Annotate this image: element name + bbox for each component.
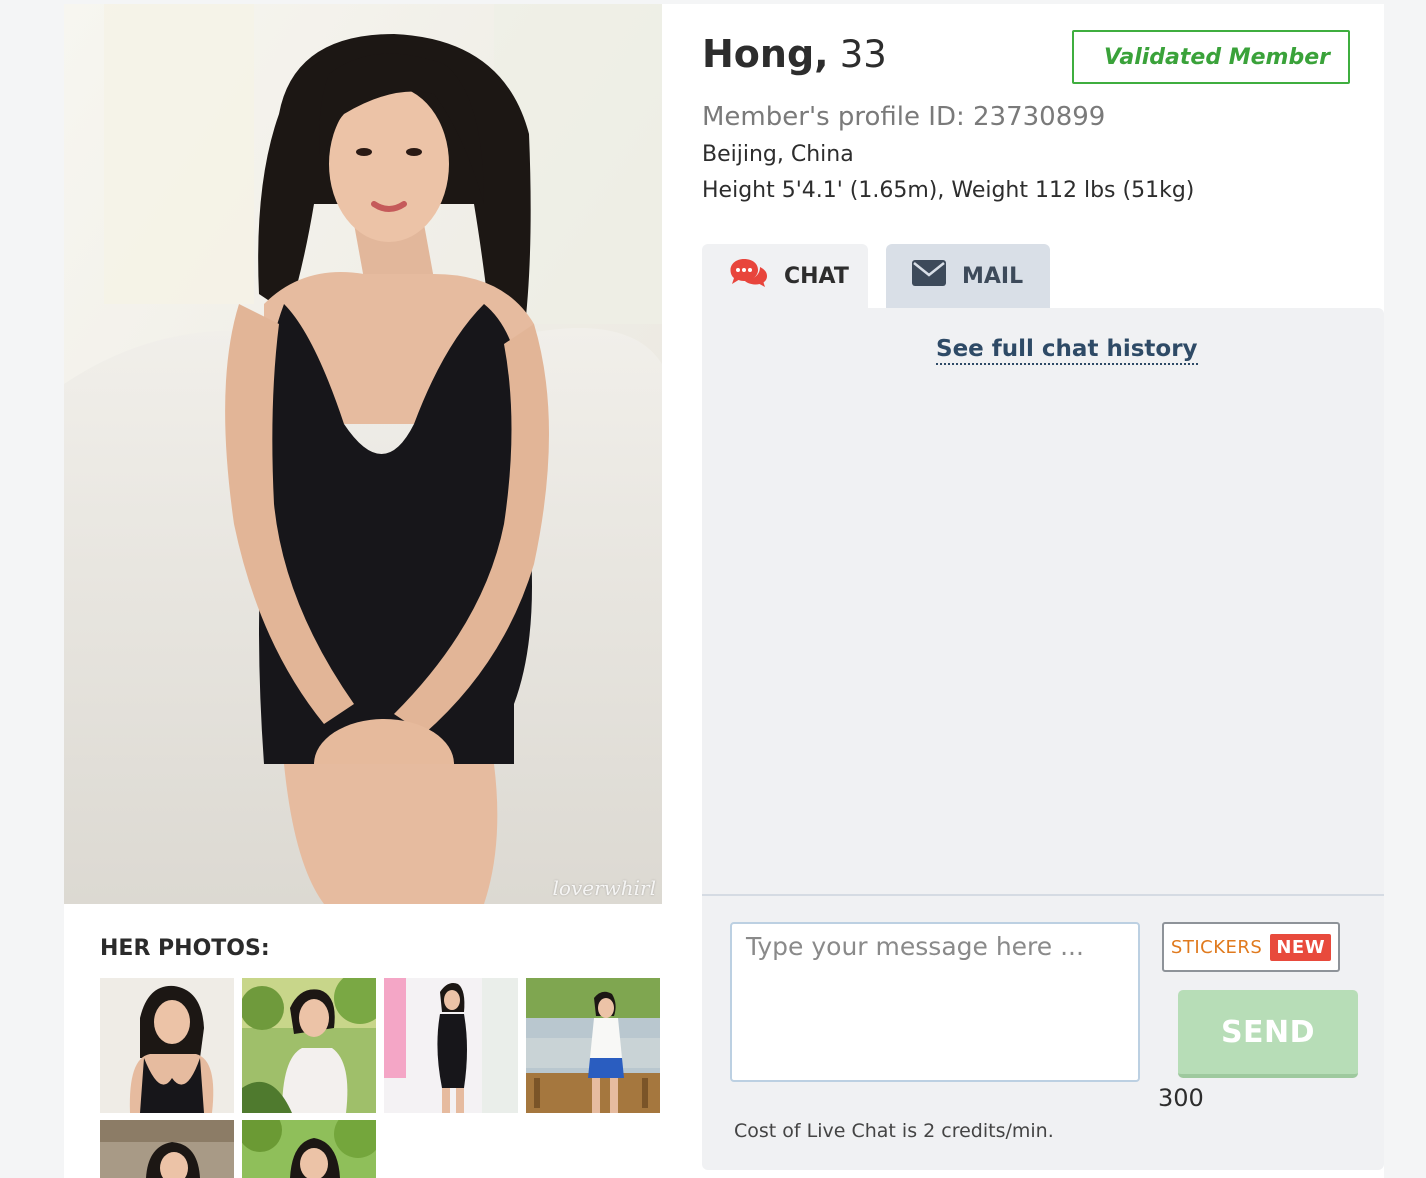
photo-thumbnail[interactable]	[384, 978, 518, 1113]
profile-card: loverwhirl HER PHOTOS: Hong, 33 Validate…	[64, 4, 1384, 1178]
photo-thumbnail[interactable]	[242, 1120, 376, 1178]
validated-member-badge: Validated Member	[1072, 30, 1350, 84]
tab-chat-label: CHAT	[784, 263, 849, 289]
member-name: Hong,	[702, 32, 829, 76]
profile-name-row: Hong, 33	[702, 32, 887, 76]
photo-thumbnail[interactable]	[526, 978, 660, 1113]
envelope-icon	[912, 260, 946, 292]
photo-watermark: loverwhirl	[552, 876, 657, 900]
tab-mail[interactable]: MAIL	[886, 244, 1050, 308]
stickers-button[interactable]: STICKERS NEW	[1162, 922, 1340, 972]
her-photos-heading: HER PHOTOS:	[100, 936, 270, 961]
profile-photo-image	[64, 4, 662, 904]
send-button[interactable]: SEND	[1178, 990, 1358, 1078]
chat-bubbles-icon	[730, 257, 768, 295]
chat-panel: See full chat history STICKERS NEW SEND …	[702, 308, 1384, 1170]
photo-thumbnail[interactable]	[100, 978, 234, 1113]
see-chat-history-link[interactable]: See full chat history	[936, 336, 1198, 365]
message-input[interactable]	[730, 922, 1140, 1082]
chat-divider	[702, 894, 1384, 896]
member-location: Beijing, China	[702, 142, 854, 167]
member-age: 33	[839, 33, 887, 76]
stickers-label: STICKERS	[1170, 936, 1263, 958]
chat-cost-note: Cost of Live Chat is 2 credits/min.	[734, 1120, 1054, 1142]
photo-thumbnail[interactable]	[100, 1120, 234, 1178]
main-profile-photo[interactable]: loverwhirl	[64, 4, 662, 904]
member-profile-id: Member's profile ID: 23730899	[702, 102, 1106, 132]
character-counter: 300	[1158, 1084, 1204, 1112]
member-height-weight: Height 5'4.1' (1.65m), Weight 112 lbs (5…	[702, 178, 1195, 203]
tab-chat[interactable]: CHAT	[702, 244, 868, 308]
new-badge: NEW	[1270, 933, 1332, 961]
photo-thumbnail[interactable]	[242, 978, 376, 1113]
tab-mail-label: MAIL	[962, 263, 1024, 289]
